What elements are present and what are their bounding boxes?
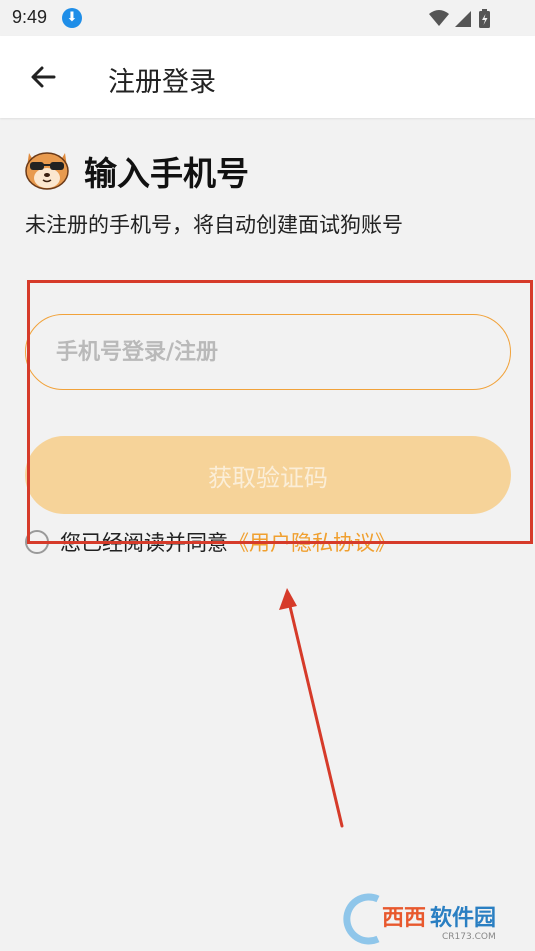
agree-radio[interactable]: [25, 530, 49, 554]
battery-charging-icon: [479, 9, 490, 28]
svg-text:软件园: 软件园: [430, 905, 496, 931]
app-bar: 注册登录: [0, 36, 535, 118]
page-heading: 输入手机号: [84, 154, 249, 193]
svg-text:西西: 西西: [382, 906, 426, 931]
status-bar: 9:49 ⬇: [0, 0, 535, 36]
status-icons: [429, 9, 490, 28]
page-subtitle: 未注册的手机号，将自动创建面试狗账号: [25, 213, 403, 237]
agree-label: 您已经阅读并同意: [60, 531, 228, 555]
shiba-sunglasses-icon: [25, 152, 69, 190]
page-title: 注册登录: [108, 67, 216, 98]
download-icon: ⬇: [62, 8, 82, 28]
agree-statement: 您已经阅读并同意《用户隐私协议》: [60, 527, 396, 557]
cr173-watermark-logo: 西西 软件园 CR173.COM: [343, 893, 496, 945]
svg-text:CR173.COM: CR173.COM: [442, 932, 496, 942]
cellular-signal-icon: [455, 11, 471, 27]
phone-input[interactable]: [25, 314, 511, 390]
wifi-icon: [429, 10, 449, 26]
privacy-policy-link[interactable]: 《用户隐私协议》: [228, 531, 396, 555]
get-code-button[interactable]: 获取验证码: [25, 436, 511, 514]
status-time: 9:49: [12, 7, 48, 27]
arrow-left-icon[interactable]: [28, 62, 58, 92]
